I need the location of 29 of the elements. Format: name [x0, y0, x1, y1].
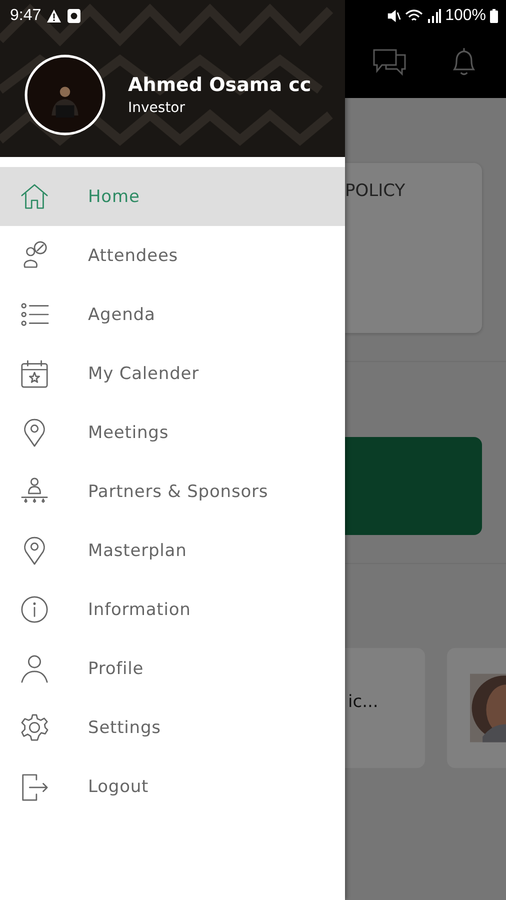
- card-text: ic...: [348, 692, 378, 712]
- menu-item[interactable]: Masterplan: [0, 521, 345, 580]
- warning-icon: [47, 9, 62, 23]
- calendar-icon: [19, 358, 50, 389]
- card-title: POLICY: [345, 181, 406, 201]
- camera-icon: [67, 9, 82, 23]
- menu-item[interactable]: Home: [0, 167, 345, 226]
- menu-item[interactable]: Profile: [0, 639, 345, 698]
- menu-item[interactable]: Meetings: [0, 403, 345, 462]
- wifi-icon: [405, 9, 424, 23]
- battery-icon: [490, 9, 498, 23]
- menu-item[interactable]: Agenda: [0, 285, 345, 344]
- signal-icon: [427, 9, 442, 23]
- user-name: Ahmed Osama cc: [128, 74, 312, 96]
- home-icon: [19, 181, 50, 212]
- logout-icon: [19, 771, 50, 802]
- settings-icon: [19, 712, 50, 743]
- menu-item[interactable]: Information: [0, 580, 345, 639]
- info-icon: [19, 594, 50, 625]
- battery-level: 100%: [445, 7, 486, 25]
- menu-item[interactable]: Partners & Sponsors: [0, 462, 345, 521]
- person-icon: [19, 653, 50, 684]
- menu-item[interactable]: Logout: [0, 757, 345, 816]
- mute-icon: [387, 9, 402, 23]
- menu-item[interactable]: Attendees: [0, 226, 345, 285]
- menu-item[interactable]: My Calender: [0, 344, 345, 403]
- clock-time: 9:47: [10, 7, 42, 25]
- user-role: Investor: [128, 100, 186, 116]
- menu-item[interactable]: Settings: [0, 698, 345, 757]
